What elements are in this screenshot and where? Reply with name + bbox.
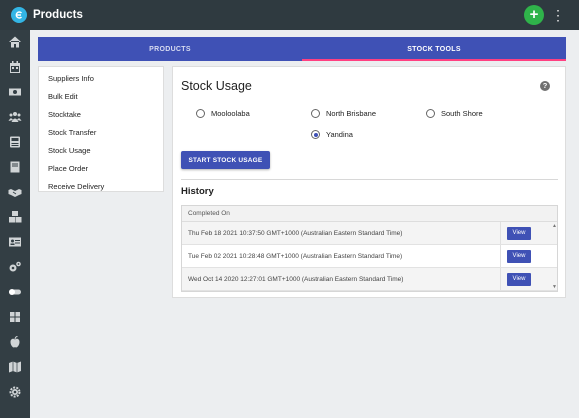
menu-item-bulk-edit[interactable]: Bulk Edit xyxy=(39,88,163,106)
people-icon[interactable] xyxy=(0,107,30,127)
stock-usage-panel: Stock Usage ? Mooloolaba North Brisbane … xyxy=(172,66,566,298)
location-radio-mooloolaba[interactable]: Mooloolaba xyxy=(196,109,250,118)
sidebar xyxy=(0,30,30,418)
radio-unchecked-icon[interactable] xyxy=(426,109,435,118)
menu-item-place-order[interactable]: Place Order xyxy=(39,160,163,178)
boxes-icon[interactable] xyxy=(0,207,30,227)
add-button[interactable]: + xyxy=(524,5,544,25)
tab-bar: PRODUCTS STOCK TOOLS xyxy=(38,37,566,61)
table-row: Wed Oct 14 2020 12:27:01 GMT+1000 (Austr… xyxy=(182,268,557,291)
location-label: South Shore xyxy=(441,109,483,118)
menu-item-stocktake[interactable]: Stocktake xyxy=(39,106,163,124)
page-title: Stock Usage xyxy=(181,79,252,93)
money-icon[interactable] xyxy=(0,82,30,102)
location-radio-yandina[interactable]: Yandina xyxy=(311,130,353,139)
history-rows: Thu Feb 18 2021 10:37:50 GMT+1000 (Austr… xyxy=(182,222,557,291)
handshake-icon[interactable] xyxy=(0,182,30,202)
app-logo-icon[interactable] xyxy=(11,7,27,23)
view-button[interactable]: View xyxy=(507,226,531,240)
table-row: Thu Feb 18 2021 10:37:50 GMT+1000 (Austr… xyxy=(182,222,557,245)
completed-on-cell: Tue Feb 02 2021 10:28:48 GMT+1000 (Austr… xyxy=(188,253,403,260)
location-label: Yandina xyxy=(326,130,353,139)
top-app-bar: Products + ⋮ xyxy=(0,0,579,30)
radio-unchecked-icon[interactable] xyxy=(311,109,320,118)
register-icon[interactable] xyxy=(0,132,30,152)
view-button[interactable]: View xyxy=(507,272,531,286)
settings-icon[interactable] xyxy=(0,257,30,277)
map-icon[interactable] xyxy=(0,357,30,377)
action-cell: View xyxy=(500,222,550,244)
stock-tools-menu: Suppliers Info Bulk Edit Stocktake Stock… xyxy=(38,66,164,192)
completed-on-cell: Thu Feb 18 2021 10:37:50 GMT+1000 (Austr… xyxy=(188,230,403,237)
start-stock-usage-button[interactable]: START STOCK USAGE xyxy=(181,151,270,169)
location-label: Mooloolaba xyxy=(211,109,250,118)
action-cell: View xyxy=(500,268,550,290)
windows-icon[interactable] xyxy=(0,307,30,327)
menu-item-receive-delivery[interactable]: Receive Delivery xyxy=(39,178,163,196)
id-card-icon[interactable] xyxy=(0,232,30,252)
gear-icon[interactable] xyxy=(0,382,30,402)
view-button[interactable]: View xyxy=(507,249,531,263)
book-icon[interactable] xyxy=(0,157,30,177)
history-heading: History xyxy=(181,186,214,197)
history-table: Completed On Thu Feb 18 2021 10:37:50 GM… xyxy=(181,205,558,292)
menu-item-stock-transfer[interactable]: Stock Transfer xyxy=(39,124,163,142)
menu-item-stock-usage[interactable]: Stock Usage xyxy=(39,142,163,160)
more-options-icon[interactable]: ⋮ xyxy=(551,6,565,24)
action-cell: View xyxy=(500,245,550,267)
radio-unchecked-icon[interactable] xyxy=(196,109,205,118)
tab-stock-tools[interactable]: STOCK TOOLS xyxy=(302,37,566,61)
table-row: Tue Feb 02 2021 10:28:48 GMT+1000 (Austr… xyxy=(182,245,557,268)
location-radio-north-brisbane[interactable]: North Brisbane xyxy=(311,109,376,118)
toggle-icon[interactable] xyxy=(0,282,30,302)
column-header-completed-on: Completed On xyxy=(182,206,557,222)
scroll-up-icon[interactable]: ▲ xyxy=(552,223,557,229)
help-icon[interactable]: ? xyxy=(540,81,550,91)
calendar-icon[interactable] xyxy=(0,57,30,77)
scroll-down-icon[interactable]: ▼ xyxy=(552,284,557,290)
tab-products[interactable]: PRODUCTS xyxy=(38,37,302,61)
app-title: Products xyxy=(33,9,83,21)
home-icon[interactable] xyxy=(0,32,30,52)
location-label: North Brisbane xyxy=(326,109,377,118)
divider xyxy=(181,179,558,180)
menu-item-suppliers-info[interactable]: Suppliers Info xyxy=(39,70,163,88)
table-scrollbar[interactable]: ▲ ▼ xyxy=(551,222,557,291)
completed-on-cell: Wed Oct 14 2020 12:27:01 GMT+1000 (Austr… xyxy=(188,276,404,283)
location-radio-south-shore[interactable]: South Shore xyxy=(426,109,483,118)
radio-checked-icon[interactable] xyxy=(311,130,320,139)
apple-icon[interactable] xyxy=(0,332,30,352)
